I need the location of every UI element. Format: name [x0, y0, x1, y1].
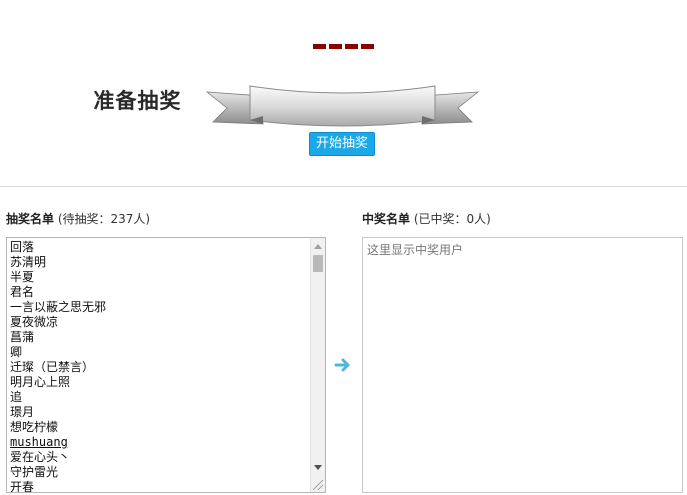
participant-name: 苏清明 [10, 255, 47, 269]
participant-name: 回落 [10, 240, 35, 254]
vertical-scrollbar[interactable] [310, 238, 325, 492]
arrow-right-icon [334, 358, 350, 372]
participant-name: 璟月 [10, 405, 35, 419]
winner-textarea[interactable]: 这里显示中奖用户 [362, 237, 683, 493]
participant-textarea[interactable]: 回落 苏清明 半夏 君名 一言以蔽之思无邪 夏夜微凉 菖蒲卿迁璨（已禁言） 明月心上照追璟月想… [6, 237, 326, 493]
winner-list-label: 中奖名单 (已中奖：0人) [362, 210, 491, 227]
participant-list-title: 抽奖名单 [6, 212, 55, 226]
decorative-dashes [313, 44, 374, 49]
participant-name: 开春 [10, 480, 35, 493]
winner-count: (已中奖：0人) [413, 212, 491, 226]
winner-placeholder: 这里显示中奖用户 [367, 243, 464, 257]
participant-name: 君名 [10, 285, 35, 299]
dash [329, 44, 342, 49]
scroll-up-icon[interactable] [314, 244, 322, 249]
resize-handle-icon[interactable] [313, 480, 323, 490]
participant-name: 夏夜微凉 [10, 315, 59, 329]
participant-name: 一言以蔽之思无邪 [10, 300, 107, 314]
participant-name: 菖蒲 [10, 330, 35, 344]
participant-name: 半夏 [10, 270, 35, 284]
scroll-thumb[interactable] [313, 255, 323, 272]
dash [345, 44, 358, 49]
divider [0, 186, 687, 187]
participant-name: 守护雷光 [10, 465, 59, 479]
participant-name: 卿 [10, 345, 23, 359]
participant-name: 想吃柠檬 [10, 420, 59, 434]
participant-name: 爱在心头丶 [10, 450, 71, 464]
pending-count: (待抽奖：237人) [57, 212, 151, 226]
participant-name: 明月心上照 [10, 375, 71, 389]
dash [313, 44, 326, 49]
scroll-down-icon[interactable] [314, 465, 322, 470]
winner-list-title: 中奖名单 [362, 212, 411, 226]
participant-names: 回落 苏清明 半夏 君名 一言以蔽之思无邪 夏夜微凉 菖蒲卿迁璨（已禁言） 明月心上照追璟月想… [10, 240, 107, 493]
participant-name: 追 [10, 390, 23, 404]
participant-name: mushuang [10, 435, 68, 449]
dash [361, 44, 374, 49]
participant-list-label: 抽奖名单 (待抽奖：237人) [6, 210, 150, 227]
start-draw-button[interactable]: 开始抽奖 [309, 132, 375, 156]
participant-name: 迁璨（已禁言） [10, 360, 95, 374]
banner-title: 准备抽奖 [93, 88, 182, 113]
